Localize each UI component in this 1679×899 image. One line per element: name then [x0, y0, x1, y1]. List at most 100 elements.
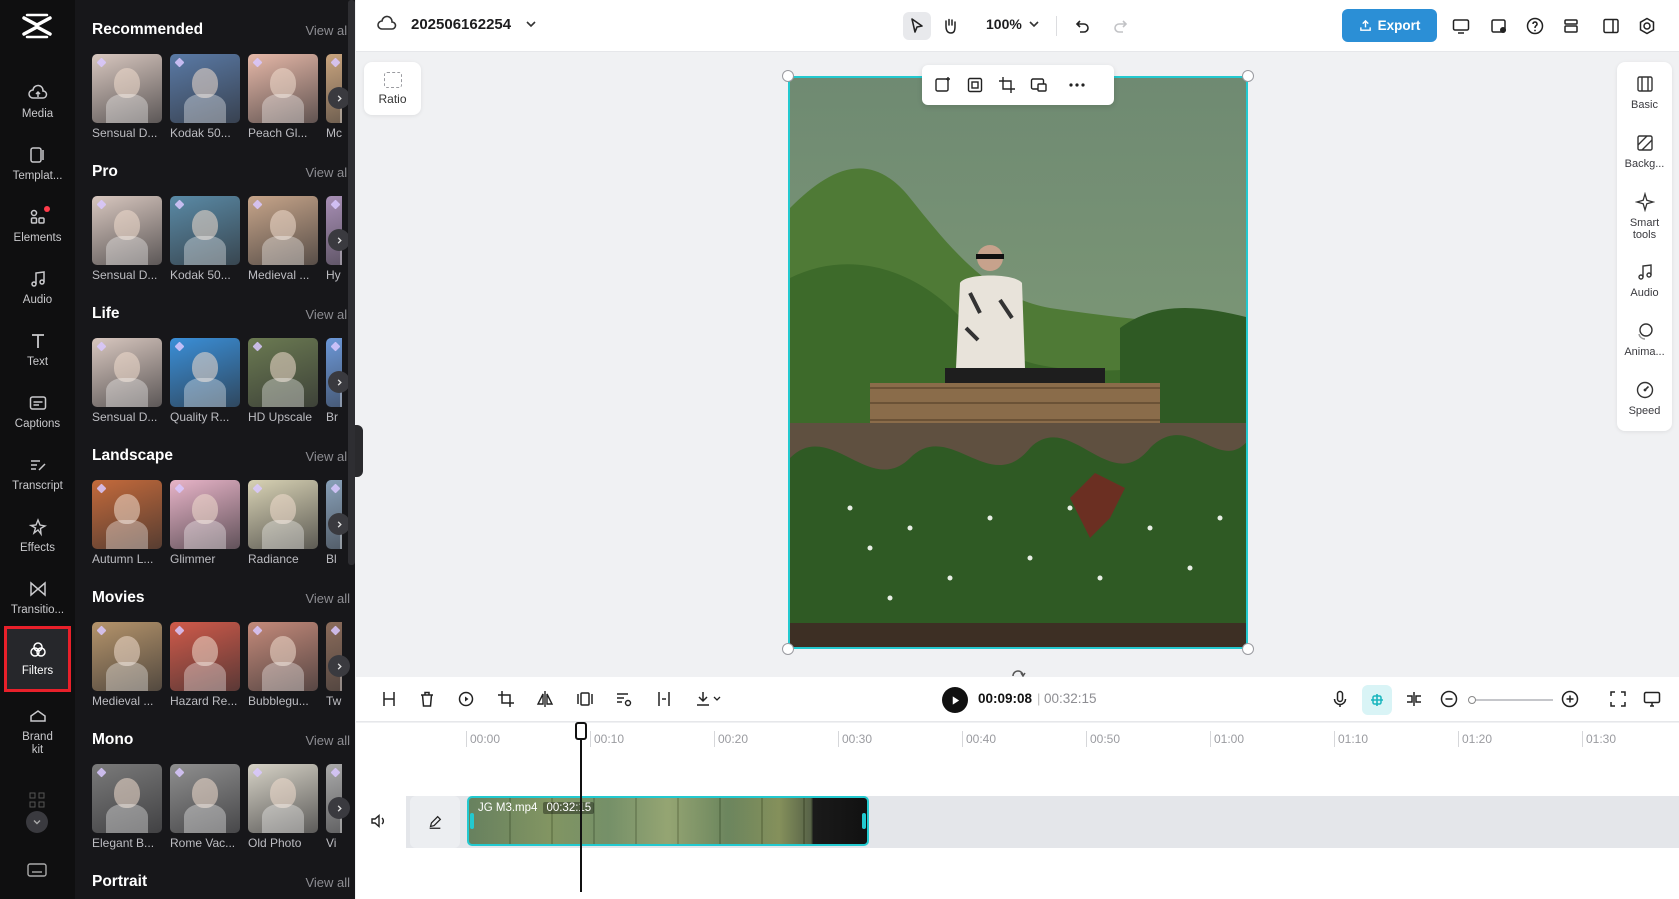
preview-mode-button[interactable]: [1642, 689, 1664, 711]
mirror-button[interactable]: [535, 689, 557, 711]
view-all-link[interactable]: View all: [305, 875, 350, 890]
timeline[interactable]: 00:00 00:10 00:20 00:30 00:40 00:50 01:00 01:10…: [356, 723, 1679, 899]
zoom-in-button[interactable]: [1560, 689, 1582, 711]
more-options-icon[interactable]: [1068, 76, 1086, 94]
resize-handle-bl[interactable]: [782, 643, 794, 655]
rail-effects[interactable]: Effects: [4, 506, 71, 566]
download-button[interactable]: [694, 689, 730, 711]
prop-background[interactable]: Backg...: [1617, 133, 1672, 170]
filter-thumbnail[interactable]: Sensual D...: [92, 54, 162, 140]
play-button[interactable]: [942, 687, 968, 713]
view-all-link[interactable]: View all: [305, 733, 350, 748]
filter-thumbnail[interactable]: Sensual D...: [92, 196, 162, 282]
resize-handle-tl[interactable]: [782, 70, 794, 82]
grid-icon[interactable]: [29, 792, 45, 808]
redo-button[interactable]: [1107, 12, 1135, 40]
playhead[interactable]: [580, 722, 582, 892]
rail-text[interactable]: Text: [4, 320, 71, 380]
layout-button[interactable]: [1597, 12, 1625, 40]
filter-thumbnail[interactable]: Kodak 50...: [170, 54, 240, 140]
trim-button[interactable]: [654, 689, 676, 711]
review-button[interactable]: [1485, 12, 1513, 40]
rail-audio[interactable]: Audio: [4, 258, 71, 318]
prop-basic[interactable]: Basic: [1617, 74, 1672, 111]
rail-transitions[interactable]: Transitio...: [4, 568, 71, 628]
split-screen-button[interactable]: [1404, 689, 1426, 711]
record-voice-button[interactable]: [1330, 689, 1352, 711]
project-title[interactable]: 202506162254: [377, 14, 537, 34]
delete-button[interactable]: [417, 689, 439, 711]
view-all-link[interactable]: View all: [305, 307, 350, 322]
select-tool-button[interactable]: [903, 12, 931, 40]
undo-button[interactable]: [1068, 12, 1096, 40]
scroll-right-button[interactable]: [328, 797, 350, 819]
filter-thumbnail[interactable]: Sensual D...: [92, 338, 162, 424]
clip-trim-handle-left[interactable]: [470, 813, 474, 829]
filter-thumbnail[interactable]: Bubblegu...: [248, 622, 318, 708]
filter-thumbnail[interactable]: Kodak 50...: [170, 196, 240, 282]
filter-thumbnail[interactable]: Medieval ...: [248, 196, 318, 282]
freeze-button[interactable]: [575, 689, 597, 711]
present-button[interactable]: [1447, 12, 1475, 40]
filter-thumbnail[interactable]: Medieval ...: [92, 622, 162, 708]
volume-icon[interactable]: [370, 812, 388, 830]
video-clip[interactable]: JG M3.mp4 00:32:15: [467, 796, 869, 846]
scroll-right-button[interactable]: [328, 513, 350, 535]
filter-thumbnail[interactable]: Peach Gl...: [248, 54, 318, 140]
playhead-handle[interactable]: [575, 722, 587, 740]
view-all-link[interactable]: View all: [305, 449, 350, 464]
crop-button[interactable]: [496, 689, 518, 711]
replace-image-icon[interactable]: [934, 76, 952, 94]
filter-thumbnail[interactable]: Radiance: [248, 480, 318, 566]
video-preview[interactable]: [788, 76, 1248, 649]
fullscreen-button[interactable]: [1608, 689, 1630, 711]
remove-background-button[interactable]: [614, 689, 636, 711]
hand-tool-button[interactable]: [936, 12, 964, 40]
zoom-slider-knob[interactable]: [1468, 696, 1476, 704]
expand-rail-button[interactable]: [26, 811, 48, 833]
prop-speed[interactable]: Speed: [1617, 380, 1672, 417]
rail-captions[interactable]: Captions: [4, 382, 71, 442]
rail-brand-kit[interactable]: Brand kit: [4, 696, 71, 766]
scroll-right-button[interactable]: [328, 371, 350, 393]
scroll-right-button[interactable]: [328, 655, 350, 677]
resize-handle-tr[interactable]: [1242, 70, 1254, 82]
filter-thumbnail[interactable]: Autumn L...: [92, 480, 162, 566]
resize-handle-br[interactable]: [1242, 643, 1254, 655]
settings-button[interactable]: [1633, 12, 1661, 40]
help-button[interactable]: [1521, 12, 1549, 40]
rail-templates[interactable]: Templat...: [4, 134, 71, 194]
stack-button[interactable]: [1557, 12, 1585, 40]
prop-audio[interactable]: Audio: [1617, 262, 1672, 299]
view-all-link[interactable]: View all: [305, 165, 350, 180]
filter-thumbnail[interactable]: Rome Vac...: [170, 764, 240, 850]
rail-media[interactable]: Media: [4, 72, 71, 132]
panel-collapse-handle[interactable]: [355, 425, 363, 477]
prop-animation[interactable]: Anima...: [1617, 321, 1672, 358]
view-all-link[interactable]: View all: [305, 23, 350, 38]
crop-icon[interactable]: [998, 76, 1016, 94]
ratio-button[interactable]: Ratio: [364, 62, 421, 115]
capcut-logo-icon[interactable]: [21, 12, 53, 40]
export-button[interactable]: Export: [1342, 9, 1437, 42]
picture-in-picture-icon[interactable]: [1030, 76, 1048, 94]
loop-button[interactable]: [456, 689, 478, 711]
panel-scrollbar[interactable]: [348, 0, 355, 565]
filter-thumbnail[interactable]: Old Photo: [248, 764, 318, 850]
rail-filters[interactable]: Filters: [4, 626, 71, 692]
rail-transcript[interactable]: Transcript: [4, 444, 71, 504]
timeline-zoom-slider[interactable]: [1471, 699, 1553, 701]
filter-thumbnail[interactable]: Glimmer: [170, 480, 240, 566]
zoom-out-button[interactable]: [1439, 689, 1461, 711]
filter-thumbnail[interactable]: Hazard Re...: [170, 622, 240, 708]
fit-icon[interactable]: [966, 76, 984, 94]
scroll-right-button[interactable]: [328, 87, 350, 109]
zoom-dropdown[interactable]: 100%: [986, 16, 1040, 32]
filter-thumbnail[interactable]: HD Upscale: [248, 338, 318, 424]
prop-smart-tools[interactable]: Smart tools: [1617, 192, 1672, 241]
clip-trim-handle-right[interactable]: [862, 813, 866, 829]
filter-thumbnail[interactable]: Elegant B...: [92, 764, 162, 850]
split-button[interactable]: [379, 689, 401, 711]
magnet-snap-toggle[interactable]: [1362, 685, 1392, 715]
track-cover-button[interactable]: [410, 796, 460, 848]
